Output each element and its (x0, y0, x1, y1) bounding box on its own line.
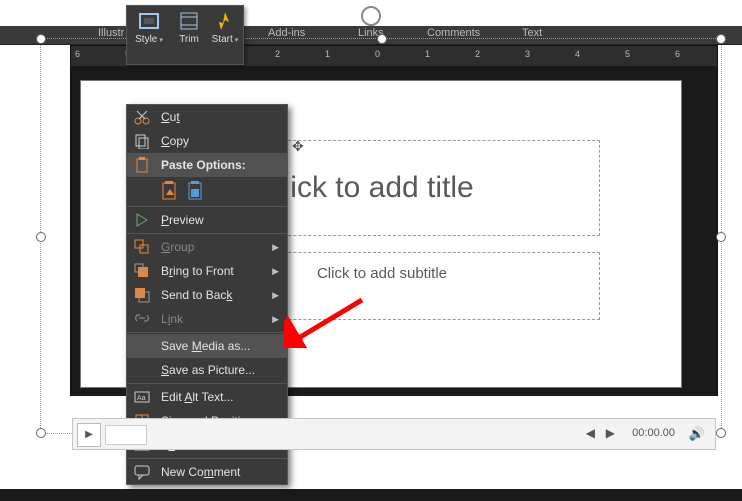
resize-handle-w[interactable] (36, 232, 46, 242)
chevron-down-icon: ▾ (159, 37, 163, 44)
step-forward-button[interactable]: ▶ (606, 426, 615, 440)
resize-handle-sw[interactable] (36, 428, 46, 438)
menu-label: Cut (161, 110, 180, 124)
ribbon-trim-button[interactable]: Trim (171, 10, 207, 45)
menu-label: Copy (161, 134, 189, 148)
menu-label: Link (161, 312, 183, 326)
menu-label: Preview (161, 213, 204, 227)
comment-icon (134, 464, 150, 480)
paste-keep-formatting-icon[interactable] (161, 181, 181, 201)
menu-label: Group (161, 240, 194, 254)
play-button[interactable]: ▶ (77, 423, 101, 447)
resize-handle-nw[interactable] (36, 34, 46, 44)
menu-send-to-back[interactable]: Send to Back ▶ (127, 283, 287, 307)
copy-icon (134, 133, 150, 149)
group-icon (134, 239, 150, 255)
alt-text-icon: Aa (134, 389, 150, 405)
resize-handle-ne[interactable] (716, 34, 726, 44)
video-style-icon (138, 10, 160, 32)
chevron-down-icon: ▾ (235, 37, 239, 44)
menu-preview[interactable]: Preview (127, 208, 287, 232)
link-icon (134, 311, 150, 327)
menu-label: Save as Picture... (161, 363, 255, 377)
ribbon-start-button[interactable]: Start▾ (207, 10, 243, 45)
cut-icon (134, 109, 150, 125)
move-cursor-icon: ✥ (292, 138, 304, 155)
bring-front-icon (134, 263, 150, 279)
menu-save-as-picture[interactable]: Save as Picture... (127, 358, 287, 382)
step-back-button[interactable]: ◀ (586, 426, 595, 440)
menu-label: New Comment (161, 465, 240, 479)
video-format-ribbon-group: Style▾ Trim Start▾ (126, 5, 244, 65)
trim-icon (178, 10, 200, 32)
rotation-handle[interactable] (361, 6, 381, 26)
media-thumbnail (105, 425, 147, 445)
media-time: 00:00.00 (632, 427, 675, 439)
menu-link[interactable]: Link ▶ (127, 307, 287, 331)
status-bar (0, 489, 742, 501)
menu-save-media-as[interactable]: Save Media as... (127, 334, 287, 358)
send-back-icon (134, 287, 150, 303)
paste-options-row (127, 177, 287, 205)
volume-icon[interactable]: 🔊 (689, 426, 705, 442)
menu-paste-options-header: Paste Options: (127, 153, 287, 177)
menu-edit-alt-text[interactable]: Aa Edit Alt Text... (127, 385, 287, 409)
menu-label: Send to Back (161, 288, 232, 302)
media-playback-bar: ▶ ◀ ▶ 00:00.00 🔊 (72, 418, 716, 450)
play-icon (134, 212, 150, 228)
menu-cut[interactable]: Cut (127, 105, 287, 129)
menu-label: Save Media as... (161, 339, 250, 353)
resize-handle-se[interactable] (716, 428, 726, 438)
menu-label: Bring to Front (161, 264, 234, 278)
paste-icon (134, 157, 150, 173)
menu-bring-to-front[interactable]: Bring to Front ▶ (127, 259, 287, 283)
resize-handle-e[interactable] (716, 232, 726, 242)
paste-picture-icon[interactable] (187, 181, 207, 201)
menu-label: Paste Options: (161, 158, 246, 172)
submenu-arrow-icon: ▶ (272, 307, 279, 331)
submenu-arrow-icon: ▶ (272, 235, 279, 259)
menu-new-comment[interactable]: New Comment (127, 460, 287, 484)
svg-text:Aa: Aa (137, 395, 146, 402)
menu-label: Edit Alt Text... (161, 390, 234, 404)
resize-handle-n[interactable] (377, 34, 387, 44)
play-icon: ▶ (85, 429, 93, 440)
submenu-arrow-icon: ▶ (272, 259, 279, 283)
menu-copy[interactable]: Copy (127, 129, 287, 153)
menu-group[interactable]: Group ▶ (127, 235, 287, 259)
ribbon-style-button[interactable]: Style▾ (131, 10, 167, 45)
submenu-arrow-icon: ▶ (272, 283, 279, 307)
start-icon (214, 10, 236, 32)
